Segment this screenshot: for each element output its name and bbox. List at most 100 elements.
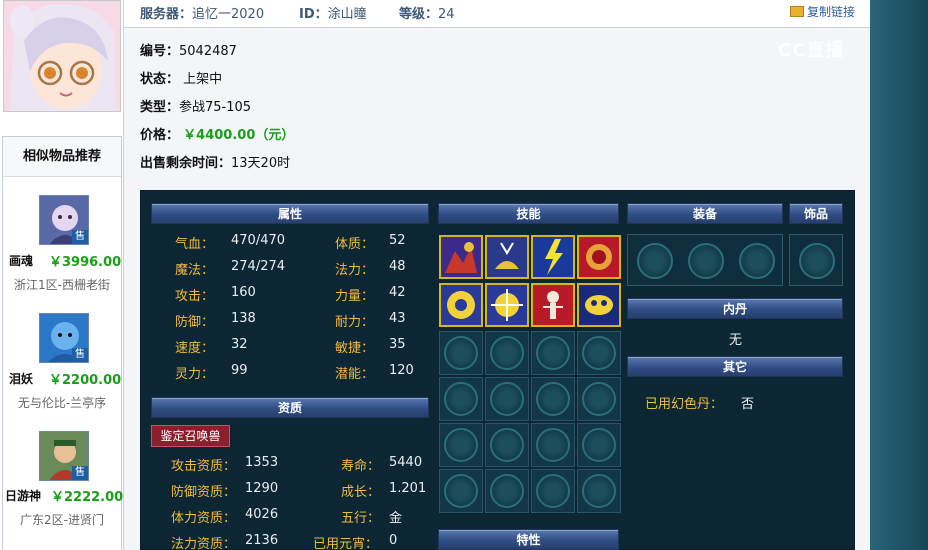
attr-value: 120 <box>389 363 414 378</box>
equipment-slot[interactable] <box>632 238 677 283</box>
empty-skill-slot <box>531 469 575 513</box>
attr-value: 138 <box>231 311 256 326</box>
attr-label: 攻击： <box>175 289 215 304</box>
attr-label: 法力： <box>335 263 375 278</box>
similar-item-server: 广东2区-进贤门 <box>20 513 104 527</box>
attr-value: 35 <box>389 337 406 352</box>
server-value: 追忆一2020 <box>192 7 265 22</box>
pet-avatar <box>3 0 121 112</box>
empty-skill-slot <box>439 377 483 421</box>
level-value: 24 <box>438 7 455 22</box>
similar-item-name[interactable]: 泪妖 <box>9 370 33 387</box>
empty-skill-slot <box>485 331 529 375</box>
similar-items-title: 相似物品推荐 <box>3 137 121 177</box>
aptitude-label: 法力资质： <box>171 537 237 550</box>
pet-icon[interactable]: 售 <box>39 431 89 481</box>
similar-item[interactable]: 售 日游神 ￥2222.00 广东2区-进贤门 <box>3 431 124 541</box>
aptitude-header: 资质 <box>151 397 429 418</box>
item-status-value: 上架中 <box>183 72 223 87</box>
similar-item[interactable]: 售 泪妖 ￥2200.00 无与伦比-兰亭序 <box>3 313 121 423</box>
skills-header: 技能 <box>438 203 619 224</box>
empty-skill-slot <box>485 469 529 513</box>
attr-value: 52 <box>389 233 406 248</box>
sale-time-left-value: 13天20时 <box>231 156 291 171</box>
main-content: 服务器：追忆一2020 ID：涂山瞳 等级：24 复制链接 编号：5042487… <box>124 0 870 550</box>
similar-item-server: 浙江1区-西栅老街 <box>14 278 110 292</box>
identify-pet-button[interactable]: 鉴定召唤兽 <box>151 425 230 447</box>
equipment-slot[interactable] <box>734 238 779 283</box>
ornament-header: 饰品 <box>789 203 843 224</box>
similar-item-name[interactable]: 画魂 <box>9 252 33 269</box>
attr-label: 潜能： <box>335 367 375 382</box>
skill-icon <box>441 285 481 325</box>
ornament-cell[interactable] <box>794 238 839 283</box>
attr-value: 99 <box>231 363 248 378</box>
skill-icon <box>487 285 527 325</box>
skill-slot-5[interactable] <box>439 283 483 327</box>
empty-skill-slot <box>439 331 483 375</box>
similar-item-price: ￥2222.00 <box>51 490 124 505</box>
skill-icon <box>579 237 619 277</box>
folder-icon <box>790 6 804 17</box>
equipment-slot[interactable] <box>683 238 728 283</box>
skill-slot-1[interactable] <box>439 235 483 279</box>
skill-slot-4[interactable] <box>577 235 621 279</box>
empty-skill-slot <box>439 423 483 467</box>
similar-item-price: ￥2200.00 <box>49 373 122 388</box>
equipment-header: 装备 <box>627 203 783 224</box>
attr-value: 42 <box>389 285 406 300</box>
ornament-slot <box>789 234 843 286</box>
neidan-value: 无 <box>729 333 743 348</box>
attr-label: 魔法： <box>175 263 215 278</box>
attr-label: 速度： <box>175 341 215 356</box>
traits-header: 特性 <box>438 529 619 550</box>
other-header: 其它 <box>627 356 843 377</box>
item-price-value: ￥4400.00（元） <box>183 128 295 143</box>
aptitude-label: 寿命： <box>341 459 381 474</box>
aptitude-label: 已用元宵： <box>313 537 379 550</box>
skill-slot-3[interactable] <box>531 235 575 279</box>
attr-value: 274/274 <box>231 259 286 274</box>
equipment-slots <box>627 234 783 286</box>
right-margin <box>870 0 928 550</box>
skill-icon <box>533 237 573 277</box>
similar-item-price: ￥3996.00 <box>49 255 122 270</box>
aptitude-value: 1290 <box>245 481 279 496</box>
neidan-header: 内丹 <box>627 298 843 319</box>
attr-label: 灵力： <box>175 367 215 382</box>
aptitude-value: 1.201 <box>389 481 427 496</box>
skill-slot-8[interactable] <box>577 283 621 327</box>
aptitude-value: 4026 <box>245 507 279 522</box>
dye-pill-value: 否 <box>741 397 755 412</box>
attr-value: 160 <box>231 285 256 300</box>
empty-skill-slot <box>439 469 483 513</box>
similar-item[interactable]: 售 画魂 ￥3996.00 浙江1区-西栅老街 <box>3 195 121 305</box>
attr-value: 43 <box>389 311 406 326</box>
pet-icon[interactable]: 售 <box>39 313 89 363</box>
item-type-value: 参战75-105 <box>179 100 252 115</box>
pet-icon[interactable]: 售 <box>39 195 89 245</box>
item-number-value: 5042487 <box>179 44 237 59</box>
attr-label: 敏捷： <box>335 341 375 356</box>
sale-tag: 售 <box>72 348 88 362</box>
attr-value: 470/470 <box>231 233 286 248</box>
skill-icon <box>533 285 573 325</box>
empty-skill-slot <box>577 331 621 375</box>
aptitude-value: 2136 <box>245 533 279 548</box>
attr-value: 48 <box>389 259 406 274</box>
attr-label: 防御： <box>175 315 215 330</box>
sale-tag: 售 <box>72 466 88 480</box>
skill-slot-6[interactable] <box>485 283 529 327</box>
level-label: 等级：24 <box>399 7 455 22</box>
sale-time-left: 出售剩余时间：13天20时 <box>140 156 291 171</box>
aptitude-label: 防御资质： <box>171 485 237 500</box>
skill-slot-7[interactable] <box>531 283 575 327</box>
empty-skill-slot <box>531 423 575 467</box>
skill-icon <box>579 285 619 325</box>
copy-link-button[interactable]: 复制链接 <box>790 3 855 20</box>
dye-pill-label: 已用幻色丹： <box>645 397 724 412</box>
pet-detail-panel: 属性 技能 装备 饰品 气血： 470/470 体质： 52 魔法： 274/2… <box>140 190 855 550</box>
skill-slot-2[interactable] <box>485 235 529 279</box>
similar-item-name[interactable]: 日游神 <box>5 487 41 504</box>
attr-value: 32 <box>231 337 248 352</box>
